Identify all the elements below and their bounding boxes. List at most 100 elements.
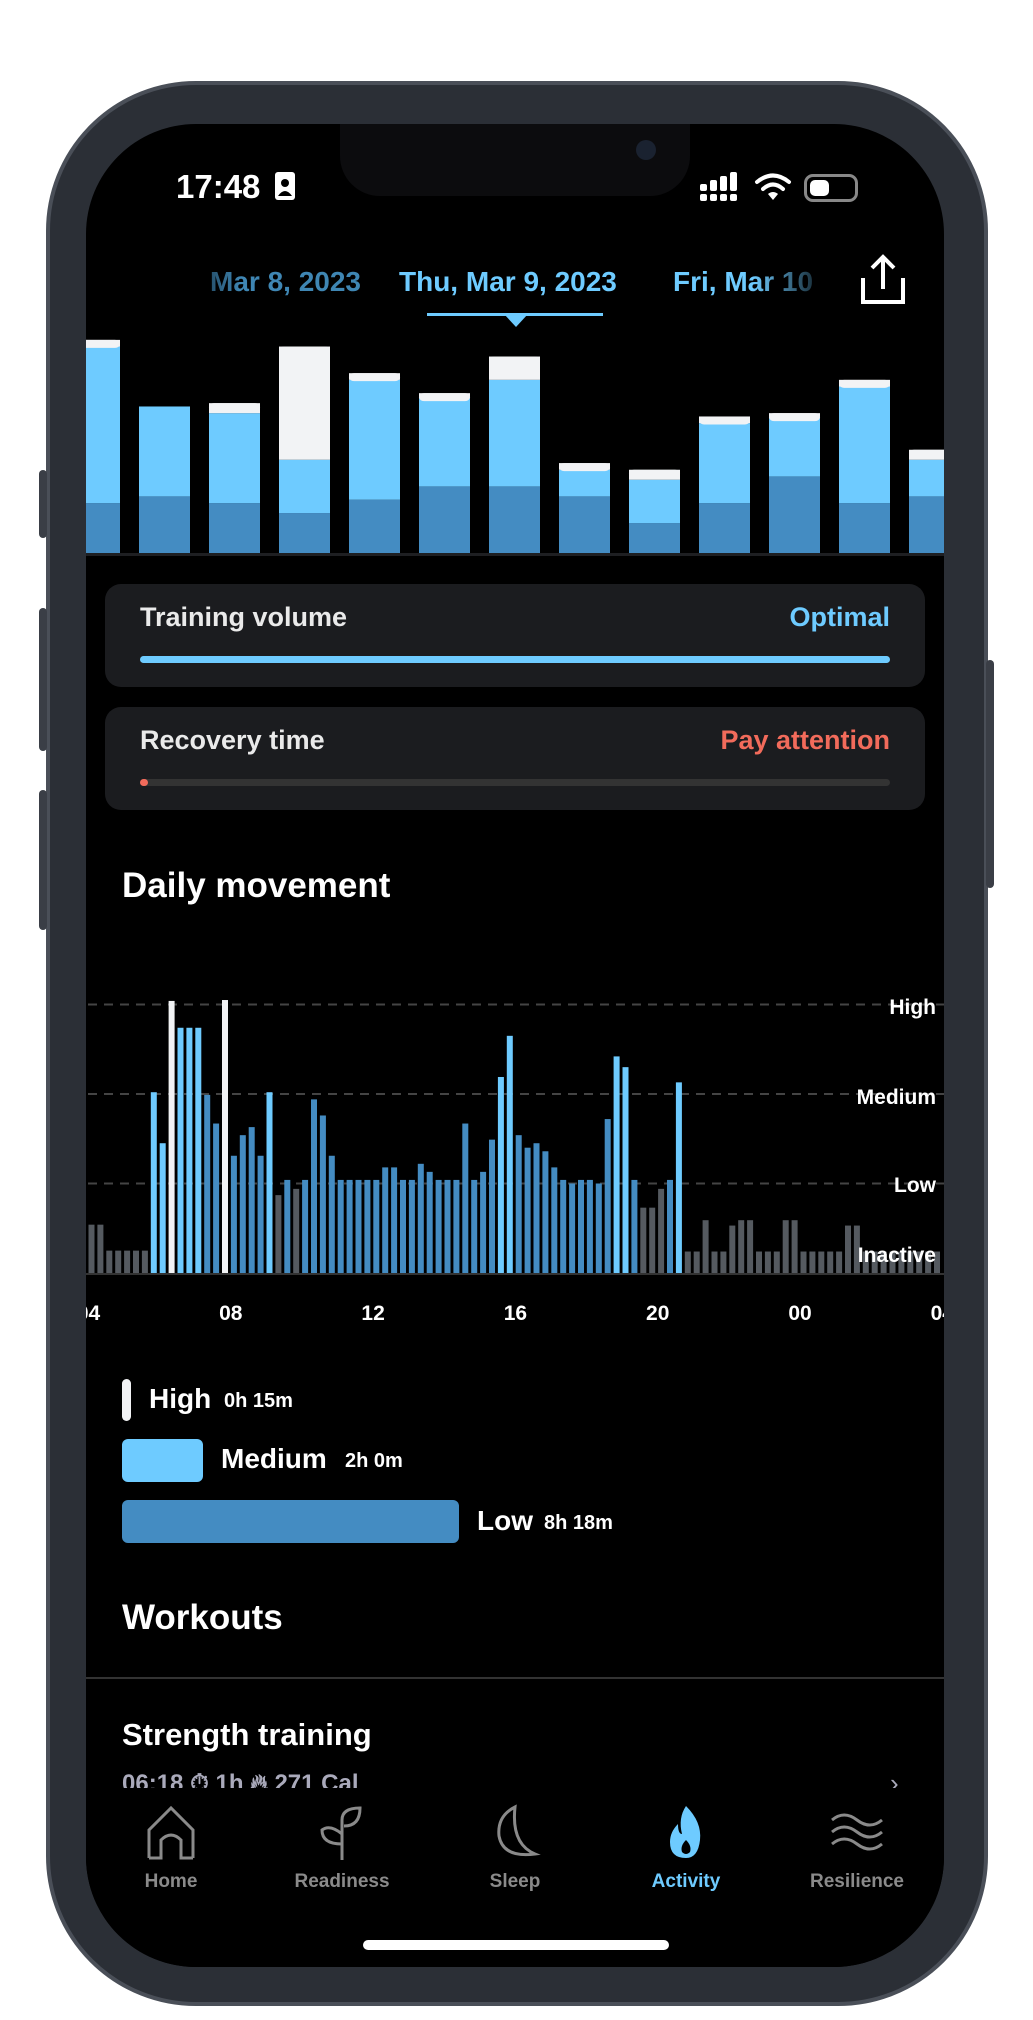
movement-bar-low <box>391 1167 398 1273</box>
weekly-bar-cap <box>279 346 330 355</box>
weekly-bar-low <box>209 503 260 553</box>
movement-bar-inactive <box>845 1225 851 1273</box>
weekly-bar[interactable] <box>769 413 820 553</box>
date-current[interactable]: Thu, Mar 9, 2023 <box>399 266 617 298</box>
weekly-bar[interactable] <box>909 449 944 553</box>
volume-down-button <box>39 790 47 930</box>
movement-bar-medium <box>266 1092 273 1273</box>
tab-home[interactable]: Home <box>96 1804 246 1893</box>
weekly-bar[interactable] <box>349 373 400 553</box>
weekly-activity-chart[interactable] <box>86 324 944 564</box>
recovery-time-label: Recovery time <box>140 725 325 755</box>
movement-bar-low <box>551 1167 558 1273</box>
weekly-bar-cap <box>909 449 944 458</box>
movement-bar-low <box>426 1171 433 1273</box>
weekly-bar[interactable] <box>839 379 890 553</box>
tab-label: Sleep <box>489 1871 541 1892</box>
weekly-bar-medium <box>559 469 610 497</box>
movement-bar-inactive <box>711 1251 718 1273</box>
movement-bar-inactive <box>720 1251 727 1273</box>
movement-bar-low <box>471 1179 478 1273</box>
weekly-bar-cap <box>139 406 190 415</box>
dynamic-island <box>340 124 690 196</box>
x-tick-label: 04 <box>86 1302 100 1325</box>
date-prev[interactable]: Mar 8, 2023 <box>161 266 361 298</box>
legend-high-label: High <box>149 1383 212 1414</box>
movement-bar-inactive <box>827 1251 834 1273</box>
movement-bar-low <box>595 1183 602 1273</box>
weekly-bar[interactable] <box>699 416 750 553</box>
daily-movement-title: Daily movement <box>122 866 391 905</box>
movement-bar-inactive <box>782 1220 789 1273</box>
x-tick-label: 04 <box>931 1302 944 1325</box>
training-volume-status: Optimal <box>789 602 890 632</box>
weekly-bar-cap <box>699 416 750 425</box>
movement-bar-low <box>302 1179 309 1273</box>
movement-bar-inactive <box>88 1224 95 1273</box>
weekly-bar[interactable] <box>279 346 330 553</box>
movement-bar-low <box>382 1167 389 1273</box>
weekly-chart-baseline <box>86 553 944 556</box>
weekly-bar[interactable] <box>629 469 680 553</box>
movement-bar-medium <box>622 1067 629 1273</box>
movement-bar-inactive <box>836 1251 843 1273</box>
silent-switch <box>39 470 47 538</box>
x-tick-label: 00 <box>788 1302 811 1325</box>
y-label-inactive: Inactive <box>858 1244 936 1267</box>
weekly-bar-cap <box>629 469 680 478</box>
weekly-bar[interactable] <box>139 406 190 553</box>
training-volume-card[interactable]: Training volume Optimal <box>105 584 925 687</box>
tab-activity[interactable]: Activity <box>611 1804 761 1893</box>
flame-icon <box>670 1806 701 1858</box>
movement-bar-inactive <box>658 1188 665 1273</box>
movement-bar-low <box>667 1179 673 1273</box>
training-volume-bar <box>140 656 890 663</box>
movement-bar-inactive <box>275 1195 282 1273</box>
power-button <box>986 660 994 888</box>
weekly-bar-medium <box>139 406 190 497</box>
y-label-medium: Medium <box>857 1086 936 1109</box>
movement-bar-inactive <box>97 1224 104 1273</box>
legend-high-swatch <box>122 1379 131 1421</box>
movement-bar-low <box>337 1179 344 1273</box>
tab-resilience[interactable]: Resilience <box>782 1804 932 1893</box>
movement-bar-low <box>328 1155 335 1273</box>
legend-low-value: 8h 18m <box>544 1512 613 1534</box>
weekly-bar-cap <box>489 356 540 365</box>
home-indicator[interactable] <box>363 1940 669 1950</box>
divider <box>86 1677 944 1679</box>
weekly-bar[interactable] <box>419 393 470 553</box>
movement-bar-low <box>631 1179 638 1273</box>
movement-bar-high <box>168 1000 175 1273</box>
movement-bar-high <box>222 1000 228 1273</box>
tab-readiness[interactable]: Readiness <box>267 1804 417 1893</box>
recovery-time-card[interactable]: Recovery time Pay attention <box>105 707 925 810</box>
weekly-bar-medium <box>86 346 120 504</box>
training-volume-fill <box>140 656 890 663</box>
share-icon[interactable] <box>858 254 908 306</box>
movement-bar-medium <box>497 1076 504 1273</box>
weekly-bar-medium <box>699 423 750 504</box>
date-next[interactable]: Fri, Mar 10 <box>673 266 833 298</box>
weekly-bar-cap <box>769 413 820 422</box>
movement-bar-inactive <box>756 1251 762 1273</box>
movement-bar-inactive <box>773 1251 780 1273</box>
tab-sleep[interactable]: Sleep <box>440 1804 590 1893</box>
movement-bar-low <box>204 1094 211 1273</box>
weekly-bar-low <box>909 496 944 553</box>
battery-icon <box>804 174 858 202</box>
weekly-bar-cap <box>86 339 120 348</box>
weekly-bar[interactable] <box>559 463 610 553</box>
movement-bar-inactive <box>729 1225 736 1273</box>
weekly-bar-selected[interactable] <box>489 356 540 553</box>
weekly-bar-medium <box>629 479 680 524</box>
weekly-bar-high <box>279 346 330 460</box>
weekly-bar[interactable] <box>209 403 260 553</box>
daily-movement-chart[interactable]: Inactive Low Medium High 04 08 12 16 20 00 04 <box>86 964 944 1344</box>
weekly-bar-cap <box>349 373 400 382</box>
weekly-bar-cap <box>559 463 610 472</box>
movement-bar-inactive <box>141 1250 148 1273</box>
workout-item[interactable]: Strength training 06:18 ⏱ 1h 🔥︎ 271 Cal … <box>86 1684 944 1798</box>
weekly-bar[interactable] <box>86 339 120 553</box>
movement-bar-low <box>435 1179 442 1273</box>
